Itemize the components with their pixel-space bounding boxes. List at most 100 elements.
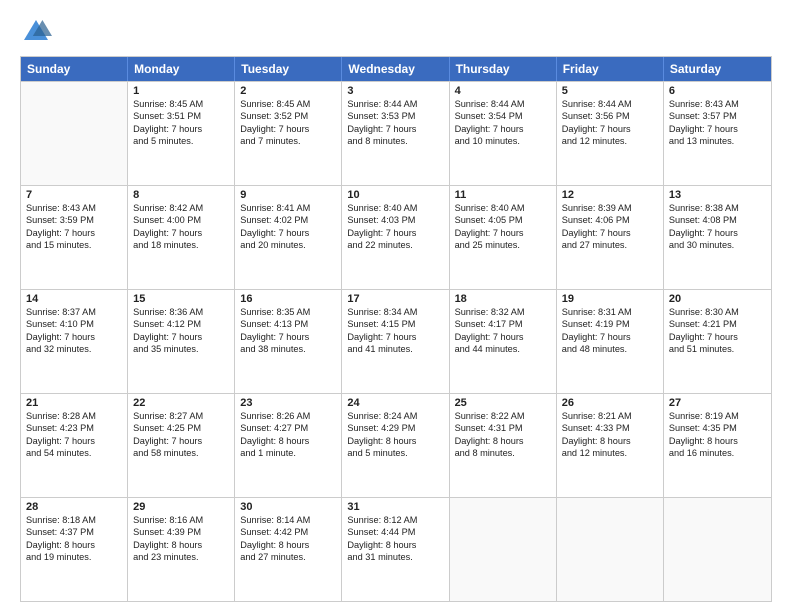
cell-line: Sunset: 4:08 PM [669,214,766,226]
cell-line: Sunrise: 8:12 AM [347,514,443,526]
cell-line: Daylight: 7 hours [669,331,766,343]
cell-line: Daylight: 8 hours [455,435,551,447]
cell-line: Sunrise: 8:24 AM [347,410,443,422]
cell-line: Sunset: 4:17 PM [455,318,551,330]
day-number: 19 [562,293,658,305]
cell-line: Sunrise: 8:19 AM [669,410,766,422]
day-number: 31 [347,501,443,513]
cell-line: and 30 minutes. [669,239,766,251]
page: SundayMondayTuesdayWednesdayThursdayFrid… [0,0,792,612]
day-number: 26 [562,397,658,409]
day-number: 15 [133,293,229,305]
calendar-cell: 3Sunrise: 8:44 AMSunset: 3:53 PMDaylight… [342,82,449,185]
day-number: 23 [240,397,336,409]
cell-line: and 54 minutes. [26,447,122,459]
cell-line: Daylight: 7 hours [26,435,122,447]
cell-line: and 31 minutes. [347,551,443,563]
cell-line: Daylight: 7 hours [240,227,336,239]
cell-line: Daylight: 7 hours [133,123,229,135]
cell-line: Sunrise: 8:44 AM [562,98,658,110]
calendar-cell: 27Sunrise: 8:19 AMSunset: 4:35 PMDayligh… [664,394,771,497]
header-cell-saturday: Saturday [664,57,771,81]
cell-line: Sunset: 4:25 PM [133,422,229,434]
calendar-row: 7Sunrise: 8:43 AMSunset: 3:59 PMDaylight… [21,185,771,289]
cell-line: and 48 minutes. [562,343,658,355]
calendar-cell: 22Sunrise: 8:27 AMSunset: 4:25 PMDayligh… [128,394,235,497]
cell-line: and 8 minutes. [347,135,443,147]
cell-line: and 19 minutes. [26,551,122,563]
cell-line: Daylight: 8 hours [347,539,443,551]
cell-line: Daylight: 7 hours [26,227,122,239]
day-number: 30 [240,501,336,513]
day-number: 7 [26,189,122,201]
calendar-cell [450,498,557,601]
calendar-cell: 25Sunrise: 8:22 AMSunset: 4:31 PMDayligh… [450,394,557,497]
cell-line: Sunset: 4:23 PM [26,422,122,434]
calendar-cell [557,498,664,601]
calendar-cell: 1Sunrise: 8:45 AMSunset: 3:51 PMDaylight… [128,82,235,185]
calendar-cell [21,82,128,185]
cell-line: and 5 minutes. [347,447,443,459]
cell-line: Sunrise: 8:40 AM [347,202,443,214]
cell-line: Daylight: 7 hours [240,123,336,135]
calendar-row: 21Sunrise: 8:28 AMSunset: 4:23 PMDayligh… [21,393,771,497]
calendar-cell: 23Sunrise: 8:26 AMSunset: 4:27 PMDayligh… [235,394,342,497]
day-number: 25 [455,397,551,409]
cell-line: and 27 minutes. [240,551,336,563]
calendar-cell: 12Sunrise: 8:39 AMSunset: 4:06 PMDayligh… [557,186,664,289]
cell-line: and 5 minutes. [133,135,229,147]
day-number: 18 [455,293,551,305]
cell-line: Sunrise: 8:34 AM [347,306,443,318]
cell-line: Sunrise: 8:18 AM [26,514,122,526]
header-cell-wednesday: Wednesday [342,57,449,81]
day-number: 22 [133,397,229,409]
cell-line: Daylight: 7 hours [240,331,336,343]
cell-line: Sunrise: 8:27 AM [133,410,229,422]
cell-line: Daylight: 8 hours [26,539,122,551]
cell-line: Daylight: 7 hours [669,123,766,135]
calendar-cell: 13Sunrise: 8:38 AMSunset: 4:08 PMDayligh… [664,186,771,289]
header-cell-thursday: Thursday [450,57,557,81]
cell-line: and 15 minutes. [26,239,122,251]
cell-line: Sunset: 4:00 PM [133,214,229,226]
cell-line: Sunset: 4:27 PM [240,422,336,434]
cell-line: Sunrise: 8:26 AM [240,410,336,422]
cell-line: and 12 minutes. [562,447,658,459]
cell-line: Sunset: 3:57 PM [669,110,766,122]
cell-line: Sunset: 4:39 PM [133,526,229,538]
day-number: 21 [26,397,122,409]
cell-line: and 38 minutes. [240,343,336,355]
cell-line: Daylight: 8 hours [240,539,336,551]
day-number: 16 [240,293,336,305]
cell-line: Sunset: 4:44 PM [347,526,443,538]
cell-line: and 8 minutes. [455,447,551,459]
cell-line: Sunrise: 8:45 AM [240,98,336,110]
cell-line: Sunset: 4:21 PM [669,318,766,330]
cell-line: Sunset: 4:15 PM [347,318,443,330]
cell-line: and 22 minutes. [347,239,443,251]
cell-line: Sunset: 3:51 PM [133,110,229,122]
day-number: 8 [133,189,229,201]
cell-line: Sunrise: 8:21 AM [562,410,658,422]
day-number: 3 [347,85,443,97]
cell-line: Daylight: 7 hours [347,331,443,343]
cell-line: Sunrise: 8:45 AM [133,98,229,110]
cell-line: Daylight: 7 hours [133,435,229,447]
header-cell-monday: Monday [128,57,235,81]
cell-line: Daylight: 8 hours [669,435,766,447]
cell-line: and 41 minutes. [347,343,443,355]
header-cell-sunday: Sunday [21,57,128,81]
cell-line: Sunset: 3:54 PM [455,110,551,122]
cell-line: and 16 minutes. [669,447,766,459]
calendar-cell: 2Sunrise: 8:45 AMSunset: 3:52 PMDaylight… [235,82,342,185]
cell-line: Sunset: 4:13 PM [240,318,336,330]
cell-line: and 32 minutes. [26,343,122,355]
cell-line: Sunrise: 8:37 AM [26,306,122,318]
cell-line: Sunrise: 8:32 AM [455,306,551,318]
logo [20,16,56,48]
cell-line: Sunset: 4:02 PM [240,214,336,226]
cell-line: Daylight: 8 hours [133,539,229,551]
calendar: SundayMondayTuesdayWednesdayThursdayFrid… [20,56,772,602]
cell-line: Sunset: 4:29 PM [347,422,443,434]
day-number: 4 [455,85,551,97]
